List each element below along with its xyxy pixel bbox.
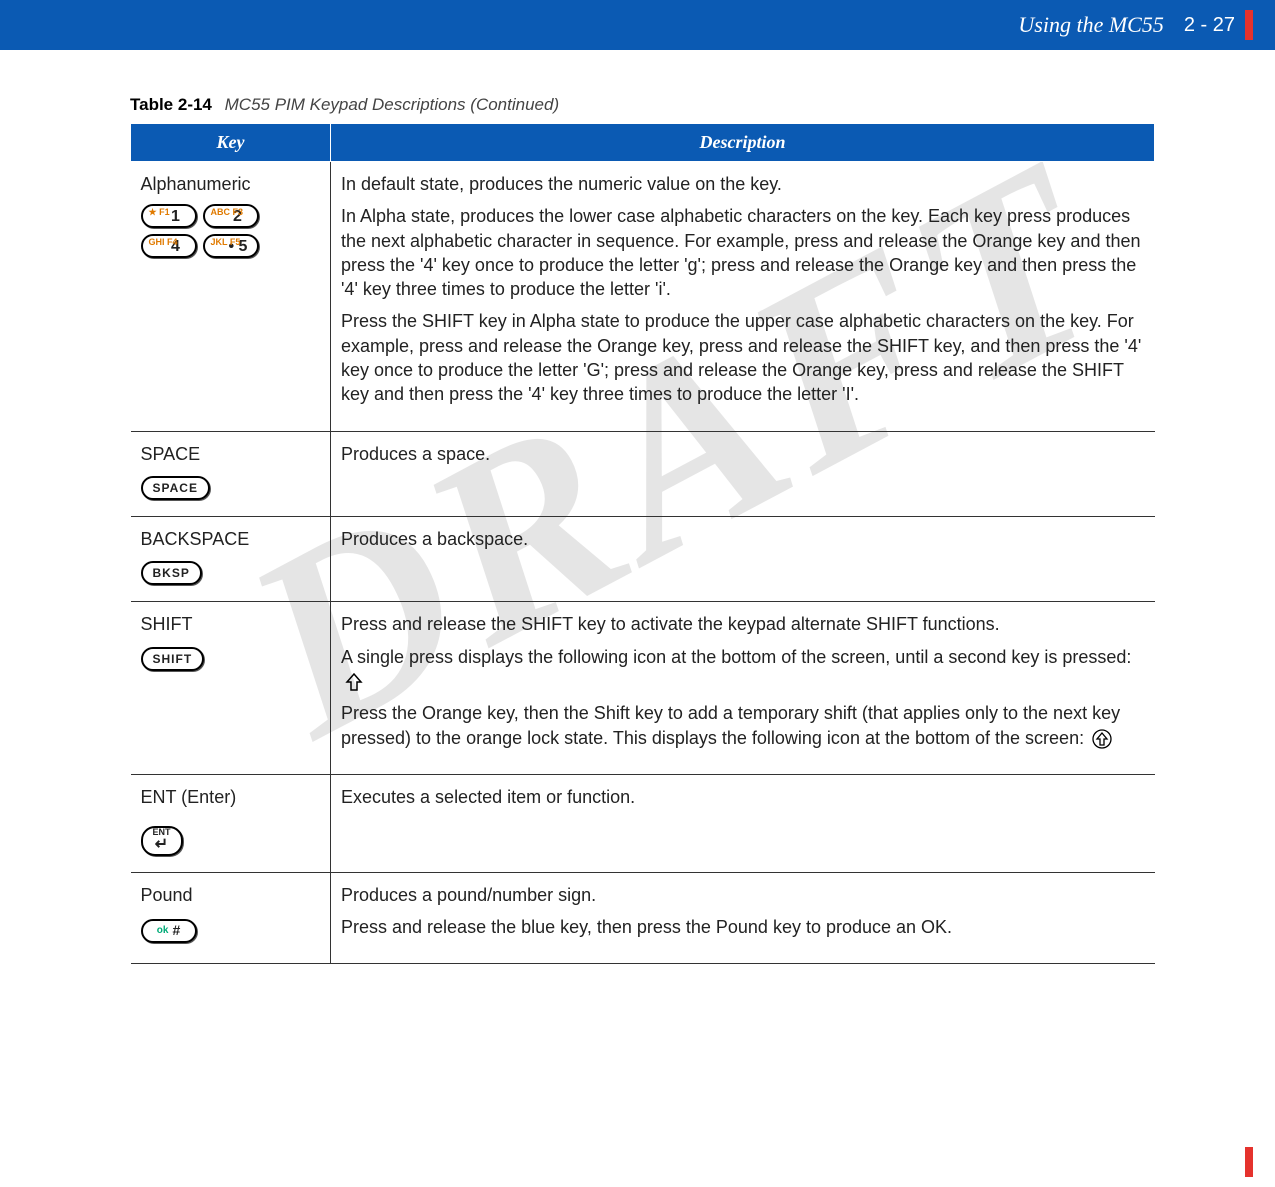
table-caption-title: MC55 PIM Keypad Descriptions (Continued) — [225, 95, 559, 114]
key-icons: ★ F11 ABC F32 GHI F44 JKL F5• 5 — [141, 204, 321, 258]
key-label: SPACE — [141, 442, 321, 466]
table-header-key: Key — [131, 124, 331, 162]
header-section: Using the MC55 — [1018, 12, 1163, 38]
desc-text: Produces a backspace. — [341, 527, 1145, 551]
desc-text: Press the SHIFT key in Alpha state to pr… — [341, 309, 1145, 406]
keycap-1-icon: ★ F11 — [141, 204, 197, 228]
page-header: Using the MC55 2 - 27 — [0, 0, 1275, 50]
keycap-enter-icon: ENT ↵ — [141, 826, 183, 856]
table-row: SPACE SPACE Produces a space. — [131, 431, 1155, 516]
desc-text: Press and release the blue key, then pre… — [341, 915, 1145, 939]
table-header-description: Description — [331, 124, 1155, 162]
key-label: BACKSPACE — [141, 527, 321, 551]
table-row: Alphanumeric ★ F11 ABC F32 GHI F44 JKL F… — [131, 162, 1155, 432]
key-label: ENT (Enter) — [141, 785, 321, 809]
keypad-description-table: Key Description Alphanumeric ★ F11 ABC F… — [130, 123, 1155, 964]
keycap-space-icon: SPACE — [141, 476, 210, 500]
table-row: BACKSPACE BKSP Produces a backspace. — [131, 517, 1155, 602]
table-row: Pound ok # Produces a pound/number sign.… — [131, 872, 1155, 964]
keycap-pound-icon: ok # — [141, 919, 197, 943]
shift-arrow-circle-icon — [1092, 729, 1112, 749]
desc-text: Press and release the SHIFT key to activ… — [341, 612, 1145, 636]
desc-text: Produces a space. — [341, 442, 1145, 466]
table-row: ENT (Enter) ENT ↵ Executes a selected it… — [131, 774, 1155, 872]
desc-text: In default state, produces the numeric v… — [341, 172, 1145, 196]
key-label: Alphanumeric — [141, 172, 321, 196]
keycap-bksp-icon: BKSP — [141, 561, 202, 585]
key-label: SHIFT — [141, 612, 321, 636]
keycap-shift-icon: SHIFT — [141, 647, 205, 671]
desc-text: Executes a selected item or function. — [341, 785, 1145, 809]
desc-text: Produces a pound/number sign. — [341, 883, 1145, 907]
key-label: Pound — [141, 883, 321, 907]
desc-text: Press the Orange key, then the Shift key… — [341, 701, 1145, 750]
keycap-4-icon: GHI F44 — [141, 234, 197, 258]
keycap-2-icon: ABC F32 — [203, 204, 259, 228]
table-caption: Table 2-14 MC55 PIM Keypad Descriptions … — [130, 95, 1155, 115]
table-caption-label: Table 2-14 — [130, 95, 212, 114]
margin-marker-bottom — [1245, 1147, 1253, 1177]
table-row: SHIFT SHIFT Press and release the SHIFT … — [131, 602, 1155, 774]
keycap-5-icon: JKL F5• 5 — [203, 234, 260, 258]
desc-text: In Alpha state, produces the lower case … — [341, 204, 1145, 301]
header-page-number: 2 - 27 — [1184, 14, 1235, 37]
shift-arrow-icon — [344, 672, 364, 692]
page-content: Table 2-14 MC55 PIM Keypad Descriptions … — [130, 95, 1155, 964]
desc-text: A single press displays the following ic… — [341, 645, 1145, 694]
margin-marker-top — [1245, 10, 1253, 40]
